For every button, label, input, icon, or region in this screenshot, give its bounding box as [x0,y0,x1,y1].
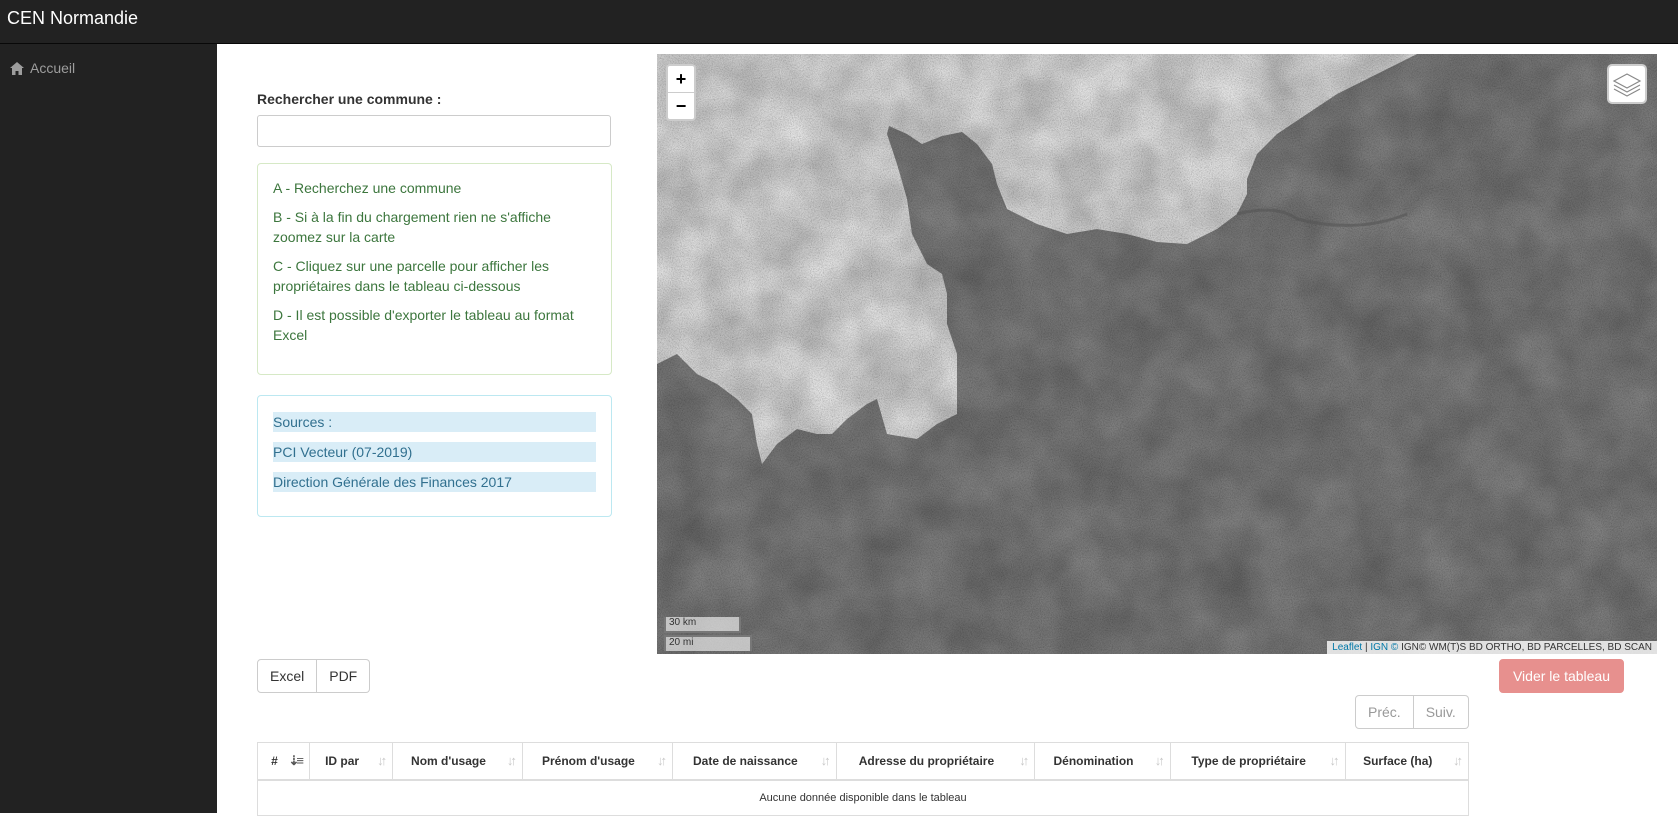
map-view[interactable]: + − 30 km 20 mi Leaflet | IGN © IGN© WM(… [657,54,1657,654]
pagination: Préc. Suiv. [1355,695,1469,729]
instruction-a: A - Recherchez une commune [273,180,462,196]
sort-icon: ↓↑ [657,753,667,768]
zoom-out-button[interactable]: − [668,93,694,119]
owners-table: # ⇣≡ ID par ↓↑ Nom d'usage ↓↑ Prénom d'usag… [256,742,1470,816]
scale-mi: 20 mi [664,635,752,651]
sidebar-item-label: Accueil [30,60,76,76]
sort-icon: ↓↑ [1019,753,1029,768]
sort-icon: ↓↑ [506,753,517,768]
empty-message: Aucune donnée disponible dans le tableau [257,779,1469,816]
commune-search-input[interactable] [257,115,611,147]
sidebar: Accueil [0,44,217,813]
layers-button[interactable] [1607,64,1647,104]
layers-icon [1612,73,1642,97]
column-header[interactable]: Nom d'usage ↓↑ [392,742,523,781]
source-pci: PCI Vecteur (07-2019) [273,442,596,462]
instruction-b: B - Si à la fin du chargement rien ne s'… [273,209,551,245]
column-header[interactable]: Type de propriétaire ↓↑ [1169,742,1346,781]
map-imagery [657,54,1657,654]
sources-panel: Sources : PCI Vecteur (07-2019) Directio… [257,395,612,517]
column-header[interactable]: # ⇣≡ [256,742,311,781]
export-pdf-button[interactable]: PDF [317,659,371,693]
column-header[interactable]: Dénomination ↓↑ [1034,742,1171,781]
scale-km: 30 km [664,617,741,633]
top-navbar: CEN Normandie [0,0,1678,44]
sidebar-item-accueil[interactable]: Accueil [10,60,75,76]
zoom-control: + − [666,64,696,121]
search-label: Rechercher une commune : [257,91,442,107]
column-header[interactable]: ID par ↓↑ [309,742,394,781]
sort-icon: ↓↑ [1154,753,1165,768]
prev-page-button[interactable]: Préc. [1355,695,1414,729]
ign-link[interactable]: IGN © [1370,642,1398,653]
instruction-d: D - Il est possible d'exporter le tablea… [273,307,574,343]
sort-icon: ↓↑ [377,753,387,768]
column-header[interactable]: Date de naissance ↓↑ [672,742,837,781]
instruction-c: C - Cliquez sur une parcelle pour affich… [273,258,549,294]
sort-asc-icon: ⇣≡ [288,753,305,768]
sort-icon: ↓↑ [1329,753,1340,768]
sort-icon: ↓↑ [820,753,831,768]
table-header-row: # ⇣≡ ID par ↓↑ Nom d'usage ↓↑ Prénom d'usag… [256,742,1470,781]
export-buttons: Excel PDF [257,659,371,693]
sources-title: Sources : [273,412,596,432]
map-attribution: Leaflet | IGN © IGN© WM(T)S BD ORTHO, BD… [1327,641,1657,654]
attribution-text: IGN© WM(T)S BD ORTHO, BD PARCELLES, BD S… [1398,642,1652,653]
instructions-panel: A - Recherchez une commune B - Si à la f… [257,163,612,375]
zoom-in-button[interactable]: + [668,66,694,93]
column-header[interactable]: Prénom d'usage ↓↑ [521,742,674,781]
export-excel-button[interactable]: Excel [257,659,318,693]
column-header[interactable]: Adresse du propriétaire ↓↑ [835,742,1036,781]
next-page-button[interactable]: Suiv. [1413,695,1469,729]
source-dgfip: Direction Générale des Finances 2017 [273,472,596,492]
sort-icon: ↓↑ [1453,753,1463,768]
brand-title[interactable]: CEN Normandie [7,8,138,29]
home-icon [10,61,24,75]
table-empty-row: Aucune donnée disponible dans le tableau [257,779,1469,816]
leaflet-link[interactable]: Leaflet [1332,642,1362,653]
column-header[interactable]: Surface (ha) ↓↑ [1344,742,1470,781]
clear-table-button[interactable]: Vider le tableau [1499,659,1624,693]
